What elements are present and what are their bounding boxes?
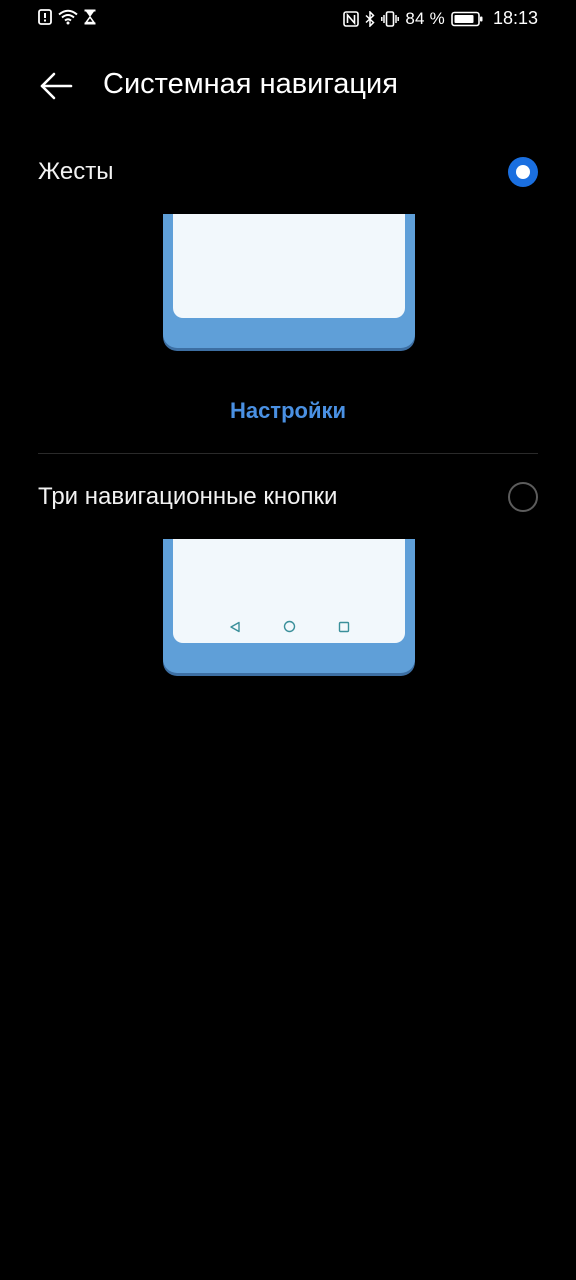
back-button[interactable] xyxy=(36,66,76,106)
alert-icon xyxy=(38,9,52,25)
battery-percent: 84 % xyxy=(405,8,445,28)
bluetooth-icon xyxy=(365,10,375,27)
page-title: Системная навигация xyxy=(103,68,398,100)
app-bar: Системная навигация xyxy=(0,58,576,114)
clock: 18:13 xyxy=(492,8,538,28)
three-buttons-radio-button[interactable] xyxy=(508,482,538,512)
radio-selected-dot xyxy=(516,165,530,179)
battery-icon xyxy=(451,11,483,27)
three-buttons-phone-illustration[interactable] xyxy=(163,539,415,673)
status-bar-right: 84 % 18:13 xyxy=(343,8,538,29)
phone-screen xyxy=(173,214,405,318)
gestures-radio-button[interactable] xyxy=(508,157,538,187)
back-triangle-icon xyxy=(229,621,241,633)
hourglass-icon xyxy=(84,9,96,25)
option-three-buttons[interactable]: Три навигационные кнопки xyxy=(38,477,538,517)
gestures-settings-link[interactable]: Настройки xyxy=(0,398,576,424)
wifi-icon xyxy=(58,9,78,25)
phone-screen xyxy=(173,539,405,643)
nav-buttons-preview xyxy=(173,620,405,633)
option-three-buttons-label: Три навигационные кнопки xyxy=(38,483,338,510)
status-bar-left xyxy=(38,9,96,25)
option-gestures[interactable]: Жесты xyxy=(38,152,538,192)
divider xyxy=(38,453,538,454)
home-circle-icon xyxy=(283,620,296,633)
arrow-left-icon xyxy=(39,71,73,101)
gestures-phone-illustration[interactable] xyxy=(163,214,415,348)
recents-square-icon xyxy=(338,621,350,633)
option-gestures-label: Жесты xyxy=(38,158,114,185)
vibrate-icon xyxy=(381,10,400,27)
nfc-icon xyxy=(343,10,360,27)
status-bar: 84 % 18:13 xyxy=(0,0,576,40)
